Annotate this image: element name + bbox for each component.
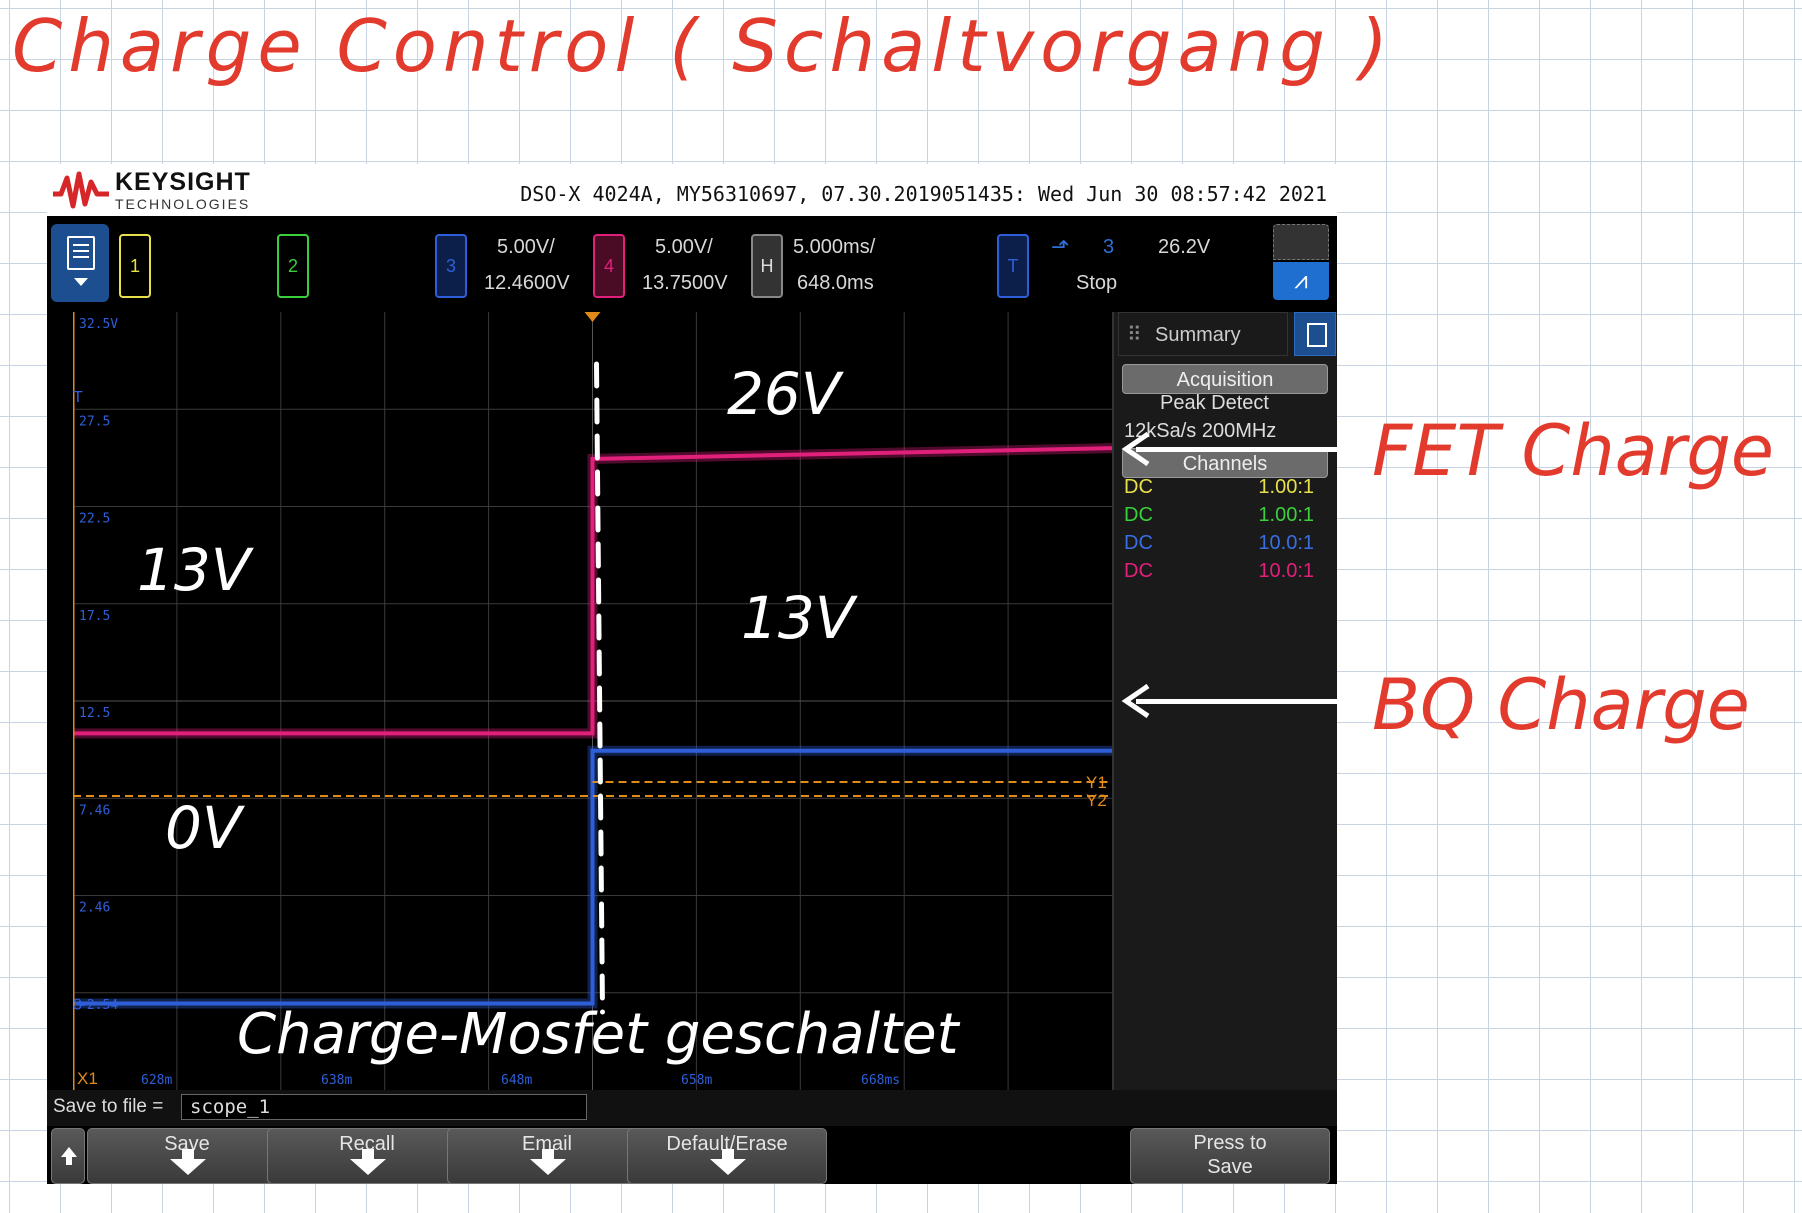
annotation-bq-charge: BQ Charge (1372, 664, 1750, 746)
y-tick-label: 27.5 (79, 414, 110, 429)
email-button[interactable]: Email (447, 1128, 647, 1184)
channel-3-trace (73, 748, 1112, 1006)
brand-subtitle: TECHNOLOGIES (115, 196, 251, 212)
horizontal-delay: 648.0ms (797, 272, 874, 294)
file-name-input[interactable]: scope_1 (181, 1094, 587, 1120)
waveform-plot[interactable]: 32.5V27.522.517.512.57.462.46-2.54628m 63… (73, 312, 1112, 1090)
chevron-down-icon (74, 278, 88, 286)
trigger-source: 3 (1103, 236, 1115, 258)
y-tick-label: 12.5 (79, 706, 110, 721)
fet-arrow (1136, 447, 1340, 452)
trigger-button[interactable]: T (997, 234, 1029, 298)
drag-handle-icon: ⠿ (1127, 324, 1142, 346)
channel-4-offset: 13.7500V (642, 272, 728, 294)
default-erase-button[interactable]: Default/Erase (627, 1128, 827, 1184)
bq-arrow (1136, 699, 1340, 704)
horizontal-button[interactable]: H (751, 234, 783, 298)
acquisition-mode: Peak Detect (1160, 392, 1269, 414)
channel-2-button[interactable]: 2 (277, 234, 309, 298)
back-up-button[interactable] (51, 1128, 85, 1184)
trigger-mode-icon[interactable]: ⩘ (1273, 262, 1329, 300)
recall-button[interactable]: Recall (267, 1128, 467, 1184)
annotation-title: Charge Control ( Schaltvorgang ) (12, 4, 1394, 88)
arrow-up-icon (61, 1147, 77, 1165)
annotation-26v: 26V (727, 360, 841, 428)
annotation-13v-right: 13V (741, 584, 855, 652)
trigger-mode-panel[interactable]: ⩘ (1273, 224, 1329, 300)
keysight-logo-icon (53, 171, 109, 209)
y-tick-label: 7.46 (79, 803, 110, 818)
press-to-save-button[interactable]: Press to Save (1130, 1128, 1330, 1184)
trigger-position-marker (584, 312, 601, 322)
trigger-level-marker: T (73, 389, 83, 406)
x-tick-label: 658m (681, 1073, 712, 1088)
save-button[interactable]: Save (87, 1128, 287, 1184)
x1-cursor-label: X1 (77, 1069, 98, 1088)
waveform-display[interactable]: 32.5V 27.5 22.5 17.5 12.5 7.46 2.46 -2.54 628m 63… (47, 312, 1112, 1090)
arrow-down-icon (170, 1149, 206, 1175)
arrow-down-icon (530, 1149, 566, 1175)
x-tick-label: 648m (501, 1073, 532, 1088)
main-menu-button[interactable] (51, 224, 109, 302)
save-to-file-label: Save to file = (53, 1096, 164, 1117)
brand-name: KEYSIGHT (115, 168, 251, 196)
file-bar: Save to file = scope_1 (47, 1090, 1337, 1126)
summary-tab[interactable]: ⠿ Summary (1118, 312, 1288, 356)
channel-3-scale: 5.00V/ (497, 236, 555, 258)
run-state: Stop (1076, 272, 1118, 294)
x-tick-label: 668ms (861, 1073, 900, 1088)
annotation-fet-charge: FET Charge (1372, 410, 1774, 492)
annotation-13v-top: 13V (137, 536, 251, 604)
menu-list-icon (67, 236, 95, 270)
y2-cursor-label: Y2 (1086, 791, 1107, 810)
x-tick-label: 638m (321, 1073, 352, 1088)
channel-1-button[interactable]: 1 (119, 234, 151, 298)
channel-bar: 1 2 3 5.00V/ 12.4600V 4 5.00V/ 13.7500V … (47, 216, 1337, 312)
device-info: DSO-X 4024A, MY56310697, 07.30.201905143… (520, 182, 1327, 206)
y-tick-label: 17.5 (79, 609, 110, 624)
acquisition-header: Acquisition (1122, 364, 1328, 394)
y-tick-label: 22.5 (79, 512, 110, 527)
channel-3-button[interactable]: 3 (435, 234, 467, 298)
y-tick-label: 2.46 (79, 901, 110, 916)
horizontal-scale: 5.000ms/ (793, 236, 876, 258)
y1-cursor-label: Y1 (1086, 773, 1107, 792)
channel-4-button[interactable]: 4 (593, 234, 625, 298)
zoom-box-icon[interactable] (1273, 224, 1329, 260)
annotation-0v: 0V (165, 794, 242, 862)
channel-4-scale: 5.00V/ (655, 236, 713, 258)
y-tick-label: 32.5V (79, 317, 118, 332)
summary-tab-label: Summary (1155, 324, 1241, 346)
annotation-mosfet: Charge-Mosfet geschaltet (237, 1002, 959, 1067)
softkey-bar: Save Recall Email Default/Erase Press to… (47, 1126, 1337, 1184)
arrow-heads (1121, 431, 1150, 719)
brand-bar: KEYSIGHT TECHNOLOGIES DSO-X 4024A, MY563… (47, 164, 1337, 216)
summary-list-icon[interactable] (1294, 312, 1336, 356)
trigger-level: 26.2V (1158, 236, 1211, 258)
arrow-down-icon (710, 1149, 746, 1175)
channel-3-offset: 12.4600V (484, 272, 570, 294)
channel-3-ground-marker: 3 (73, 997, 82, 1014)
x-tick-label: 628m (141, 1073, 172, 1088)
arrow-down-icon (350, 1149, 386, 1175)
rising-edge-icon: ⬏ (1051, 234, 1070, 259)
